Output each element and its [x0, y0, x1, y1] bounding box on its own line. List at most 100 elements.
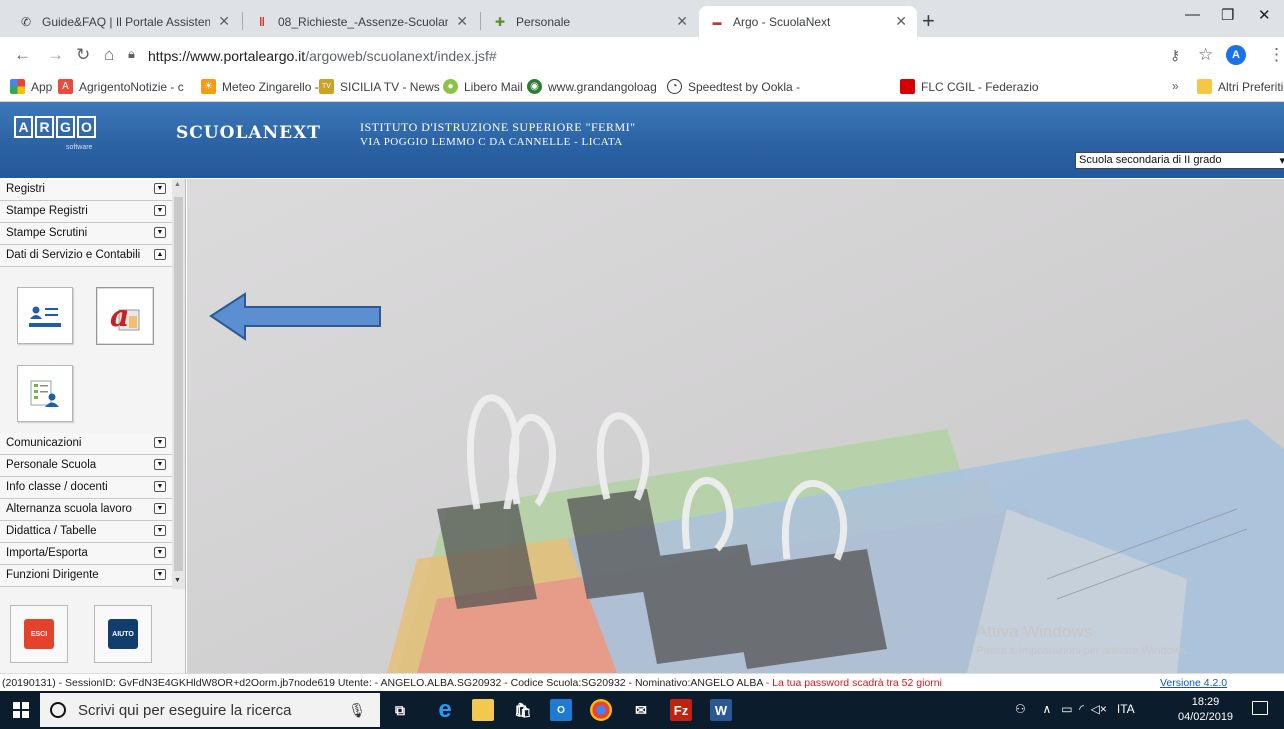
menu-stampe-registri[interactable]: Stampe Registri ▼: [0, 201, 172, 223]
key-icon[interactable]: ⚷: [1170, 47, 1180, 64]
expand-toggle-icon[interactable]: ▼: [154, 525, 166, 536]
sidebar: Registri ▼ Stampe Registri ▼ Stampe Scruti…: [0, 179, 186, 673]
menu-alternanza[interactable]: Alternanza scuola lavoro ▼: [0, 499, 172, 521]
tab-personale[interactable]: ✚ Personale ✕: [482, 6, 698, 37]
menu-stampe-scrutini[interactable]: Stampe Scrutini ▼: [0, 223, 172, 245]
microphone-icon[interactable]: 🎙︎: [348, 702, 366, 719]
school-type-select[interactable]: Scuola secondaria di II grado ▾: [1075, 152, 1284, 169]
support-icon: ✆: [20, 14, 32, 29]
expand-toggle-icon[interactable]: ▼: [154, 183, 166, 194]
close-tab-icon[interactable]: ✕: [676, 13, 688, 30]
exit-button[interactable]: ESCI: [10, 605, 68, 663]
institute-name: ISTITUTO D'ISTRUZIONE SUPERIORE "FERMI": [360, 120, 636, 134]
bookmark-siciliatv[interactable]: TV SICILIA TV - News e l: [319, 79, 456, 94]
bookmark-app[interactable]: App: [10, 79, 52, 94]
clock[interactable]: 18:29 04/02/2019: [1178, 695, 1233, 725]
close-tab-icon[interactable]: ✕: [218, 13, 230, 30]
restore-window-icon[interactable]: ❐: [1221, 6, 1234, 24]
windows-search-box[interactable]: Scrivi qui per eseguire la ricerca 🎙︎: [40, 693, 380, 727]
close-tab-icon[interactable]: ✕: [895, 13, 907, 30]
version-link[interactable]: Versione 4.2.0: [1160, 677, 1227, 689]
chrome-icon[interactable]: [590, 699, 612, 721]
bookmark-speedtest[interactable]: ◔ Speedtest by Ookla -: [667, 79, 800, 94]
battery-icon[interactable]: ▭: [1061, 702, 1072, 716]
volume-icon[interactable]: ◁×: [1091, 702, 1107, 716]
menu-registri[interactable]: Registri ▼: [0, 179, 172, 201]
argo-icon: ▬: [712, 16, 722, 27]
richieste-assenze-button[interactable]: a: [96, 287, 154, 345]
expand-toggle-icon[interactable]: ▼: [154, 437, 166, 448]
argo-logo: A R G O: [14, 116, 96, 138]
windows-start-icon[interactable]: [13, 702, 29, 718]
input-language[interactable]: ITA: [1117, 702, 1135, 716]
forward-arrow-icon[interactable]: →: [47, 45, 64, 65]
grandangolo-icon: ◉: [527, 79, 542, 94]
word-icon[interactable]: W: [710, 699, 732, 721]
bookmarks-overflow-button[interactable]: »: [1172, 79, 1179, 93]
mail-icon[interactable]: ✉: [630, 699, 652, 721]
new-tab-button[interactable]: +: [922, 8, 935, 34]
menu-funzioni-dirigente[interactable]: Funzioni Dirigente ▼: [0, 565, 172, 587]
outlook-icon[interactable]: O: [550, 699, 572, 721]
notification-center-icon[interactable]: [1252, 701, 1268, 715]
windows-activation-subtitle: Passa a Impostazioni per attivare Window…: [976, 645, 1190, 657]
bookmark-flc[interactable]: FLC CGIL - Federazio: [900, 79, 1039, 94]
tab-guide-faq[interactable]: ✆ Guide&FAQ | Il Portale Assistenza ✕: [8, 6, 240, 37]
menu-info-classe[interactable]: Info classe / docenti ▼: [0, 477, 172, 499]
minimize-window-icon[interactable]: —: [1185, 6, 1200, 23]
tray-chevron-up-icon[interactable]: ∧: [1042, 702, 1051, 716]
menu-comunicazioni[interactable]: Comunicazioni ▼: [0, 433, 172, 455]
menu-didattica[interactable]: Didattica / Tabelle ▼: [0, 521, 172, 543]
home-icon[interactable]: ⌂: [104, 45, 114, 65]
lock-icon[interactable]: 🔒︎: [128, 46, 135, 62]
expand-toggle-icon[interactable]: ▼: [154, 569, 166, 580]
background-binder-clips-illustration: [187, 179, 1284, 673]
chevron-down-icon: ▾: [1279, 155, 1284, 167]
wifi-icon[interactable]: ◜: [1079, 702, 1084, 716]
menu-importa-esporta[interactable]: Importa/Esporta ▼: [0, 543, 172, 565]
collapse-toggle-icon[interactable]: ▲: [154, 249, 166, 260]
help-button[interactable]: AIUTO: [94, 605, 152, 663]
anagrafe-personale-button[interactable]: [17, 287, 73, 344]
task-view-icon[interactable]: ⧉: [389, 699, 411, 721]
expand-toggle-icon[interactable]: ▼: [154, 503, 166, 514]
back-arrow-icon[interactable]: ←: [14, 45, 31, 65]
windows-activation-title: Attiva Windows: [976, 622, 1093, 641]
tab-richieste-assenze[interactable]: ‖ 08_Richieste_-Assenze-Scuolanext ✕: [244, 6, 478, 37]
bookmark-libero[interactable]: ● Libero Mail: [443, 79, 523, 94]
meteo-icon: ☀: [201, 79, 216, 94]
address-bar[interactable]: https://www.portaleargo.it/argoweb/scuol…: [148, 48, 497, 64]
expand-toggle-icon[interactable]: ▼: [154, 481, 166, 492]
bookmark-star-icon[interactable]: ☆: [1198, 45, 1213, 65]
profile-avatar[interactable]: A: [1226, 45, 1246, 65]
session-status-bar: (20190131) - SessionID: GvFdN3E4GKHldW8O…: [0, 673, 1284, 691]
menu-dati-servizio[interactable]: Dati di Servizio e Contabili ▲: [0, 245, 172, 267]
expand-toggle-icon[interactable]: ▼: [154, 459, 166, 470]
bookmark-agrigento[interactable]: A AgrigentoNotizie - c: [58, 79, 184, 94]
tab-argo-scuolanext[interactable]: ▬ Argo - ScuolaNext ✕: [699, 6, 917, 37]
svg-text:a: a: [110, 299, 129, 334]
bookmark-altri-preferiti[interactable]: Altri Preferiti: [1197, 79, 1283, 94]
people-icon[interactable]: ⚇: [1015, 702, 1026, 716]
reload-icon[interactable]: ↻: [76, 45, 90, 65]
store-icon[interactable]: 🛍︎: [512, 699, 534, 721]
menu-kebab-icon[interactable]: ⋮: [1268, 45, 1284, 65]
speedtest-icon: ◔: [667, 79, 682, 94]
menu-personale-scuola[interactable]: Personale Scuola ▼: [0, 455, 172, 477]
edge-icon[interactable]: e: [434, 696, 456, 723]
filezilla-icon[interactable]: Fz: [670, 699, 692, 721]
bookmark-grandangolo[interactable]: ◉ www.grandangoloag: [527, 79, 657, 94]
sidebar-scroll-thumb[interactable]: [174, 197, 183, 571]
expand-toggle-icon[interactable]: ▼: [154, 205, 166, 216]
expand-toggle-icon[interactable]: ▼: [154, 227, 166, 238]
scroll-up-icon[interactable]: ▲: [174, 181, 181, 188]
scroll-down-icon[interactable]: ▼: [174, 577, 181, 584]
file-explorer-icon[interactable]: [472, 699, 494, 721]
expand-toggle-icon[interactable]: ▼: [154, 547, 166, 558]
argo-logo-subtitle: software: [66, 144, 93, 151]
bookmark-meteo[interactable]: ☀ Meteo Zingarello - P: [201, 79, 330, 94]
close-tab-icon[interactable]: ✕: [456, 13, 468, 30]
dati-servizio-button[interactable]: [17, 365, 73, 422]
close-window-icon[interactable]: ✕: [1258, 6, 1271, 24]
agrigento-icon: A: [58, 79, 73, 94]
